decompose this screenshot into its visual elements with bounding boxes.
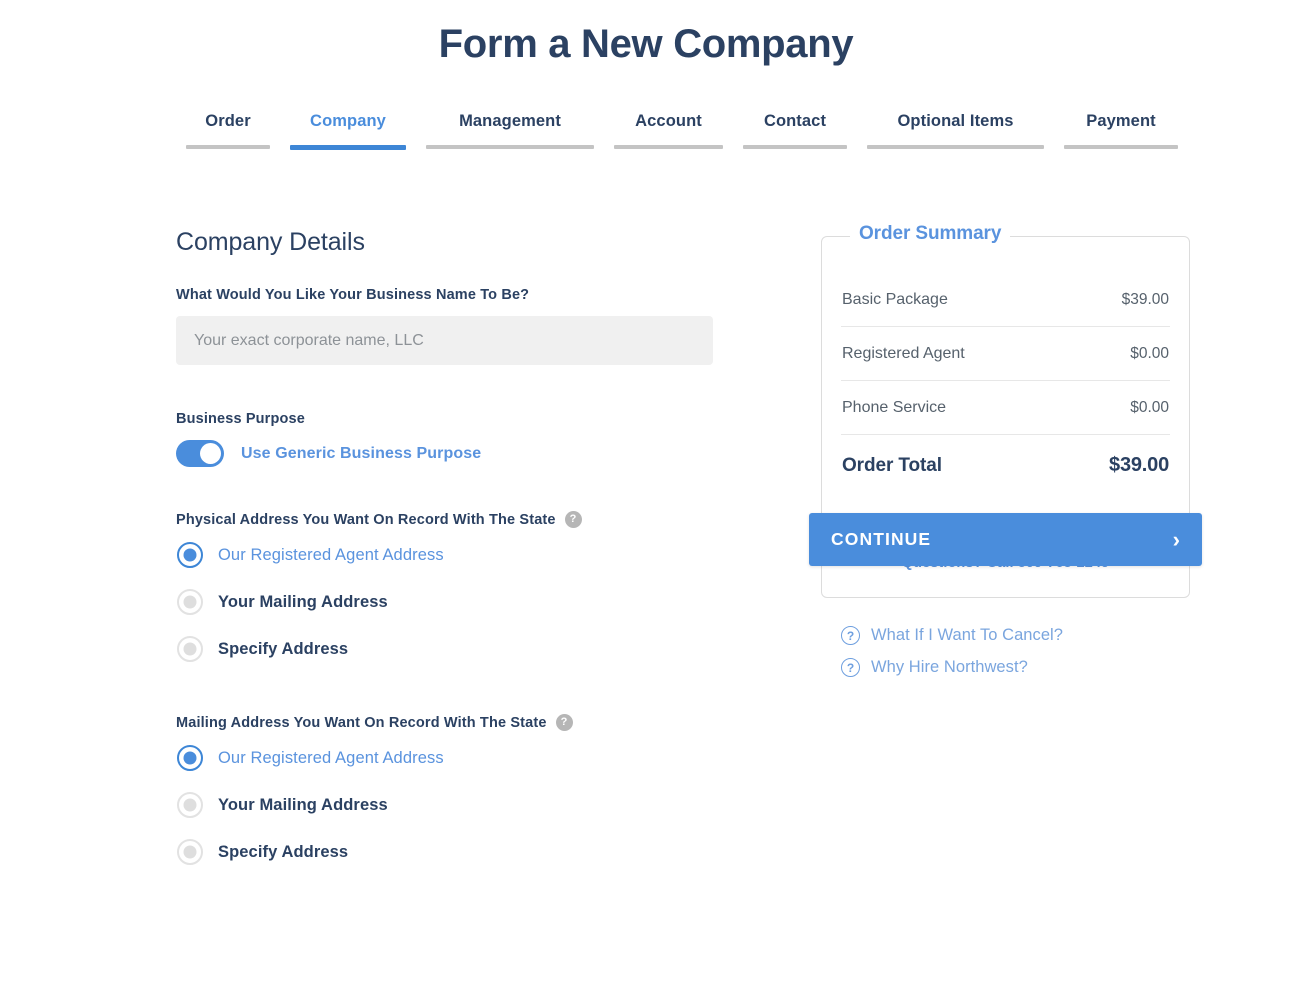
tab-underline xyxy=(290,145,406,150)
summary-row-value: $0.00 xyxy=(1130,345,1169,362)
help-link-label: Why Hire Northwest? xyxy=(871,658,1028,676)
mailing-address-label: Mailing Address You Want On Record With … xyxy=(176,714,716,731)
summary-row-label: Basic Package xyxy=(842,291,948,308)
business-name-field-group: What Would You Like Your Business Name T… xyxy=(176,287,716,365)
radio-dot xyxy=(183,595,197,609)
summary-row-phone-service: Phone Service $0.00 xyxy=(841,381,1170,435)
summary-row-label: Registered Agent xyxy=(842,345,965,362)
continue-button-label: CONTINUE xyxy=(831,529,932,549)
physical-address-group: Physical Address You Want On Record With… xyxy=(176,511,716,662)
continue-button[interactable]: CONTINUE › xyxy=(809,513,1202,566)
tab-label: Optional Items xyxy=(897,112,1014,130)
generic-business-purpose-label[interactable]: Use Generic Business Purpose xyxy=(241,445,481,463)
tab-underline xyxy=(426,145,594,149)
physical-address-label: Physical Address You Want On Record With… xyxy=(176,511,716,528)
radio-dot xyxy=(183,845,197,859)
radio-label: Specify Address xyxy=(218,639,349,658)
tab-label: Account xyxy=(635,112,702,130)
summary-row-registered-agent: Registered Agent $0.00 xyxy=(841,327,1170,381)
radio-dot xyxy=(183,642,197,656)
section-title: Company Details xyxy=(176,228,365,256)
mailing-address-group: Mailing Address You Want On Record With … xyxy=(176,714,716,865)
summary-row-value: $0.00 xyxy=(1130,399,1169,416)
radio-label: Your Mailing Address xyxy=(218,592,388,611)
radio-dot xyxy=(183,548,197,562)
physical-address-option-your-mailing[interactable]: Your Mailing Address xyxy=(176,589,716,615)
radio-button[interactable] xyxy=(177,839,203,865)
business-purpose-group: Business Purpose Use Generic Business Pu… xyxy=(176,411,716,467)
tab-payment[interactable]: Payment xyxy=(1054,112,1188,149)
question-mark-circle-icon: ? xyxy=(841,626,860,645)
tab-account[interactable]: Account xyxy=(604,112,733,149)
wizard-tabs: Order Company Management Account Contact… xyxy=(176,112,1206,150)
help-link-cancel[interactable]: ? What If I Want To Cancel? xyxy=(841,626,1190,645)
radio-label: Our Registered Agent Address xyxy=(218,748,444,767)
summary-row-value: $39.00 xyxy=(1121,291,1169,308)
tab-underline xyxy=(743,145,847,149)
tab-contact[interactable]: Contact xyxy=(733,112,857,149)
question-mark-circle-icon: ? xyxy=(841,658,860,677)
order-total-label: Order Total xyxy=(842,455,942,476)
tab-label: Management xyxy=(459,112,561,130)
radio-dot xyxy=(183,751,197,765)
business-name-label: What Would You Like Your Business Name T… xyxy=(176,287,530,303)
business-purpose-label: Business Purpose xyxy=(176,411,305,427)
tab-underline xyxy=(1064,145,1178,149)
radio-label: Your Mailing Address xyxy=(218,795,388,814)
tab-underline xyxy=(614,145,723,149)
radio-label: Our Registered Agent Address xyxy=(218,545,444,564)
tab-label: Order xyxy=(205,112,251,130)
radio-label: Specify Address xyxy=(218,842,349,861)
order-summary-rows: Basic Package $39.00 Registered Agent $0… xyxy=(841,237,1170,481)
tab-underline xyxy=(867,145,1044,149)
radio-button[interactable] xyxy=(177,542,203,568)
toggle-knob xyxy=(200,443,221,464)
order-summary-legend: Order Summary xyxy=(850,223,1011,245)
question-mark-icon[interactable]: ? xyxy=(564,511,582,528)
tab-label: Payment xyxy=(1086,112,1156,130)
order-total-value: $39.00 xyxy=(1109,454,1169,476)
radio-button[interactable] xyxy=(177,745,203,771)
tab-label: Company xyxy=(310,112,386,130)
business-purpose-toggle-row: Use Generic Business Purpose xyxy=(176,440,716,467)
radio-button[interactable] xyxy=(177,792,203,818)
summary-row-basic-package: Basic Package $39.00 xyxy=(841,273,1170,327)
radio-dot xyxy=(183,798,197,812)
generic-business-purpose-toggle[interactable] xyxy=(176,440,224,467)
question-mark-icon[interactable]: ? xyxy=(555,714,573,731)
physical-address-label-text: Physical Address You Want On Record With… xyxy=(176,511,556,528)
radio-button[interactable] xyxy=(177,589,203,615)
tab-order[interactable]: Order xyxy=(176,112,280,149)
tab-optional-items[interactable]: Optional Items xyxy=(857,112,1054,149)
physical-address-option-registered-agent[interactable]: Our Registered Agent Address xyxy=(176,542,716,568)
summary-row-order-total: Order Total $39.00 xyxy=(841,435,1170,481)
help-links: ? What If I Want To Cancel? ? Why Hire N… xyxy=(821,626,1190,677)
tab-label: Contact xyxy=(763,112,827,130)
mailing-address-option-specify[interactable]: Specify Address xyxy=(176,839,716,865)
help-link-why-hire[interactable]: ? Why Hire Northwest? xyxy=(841,658,1190,677)
mailing-address-option-your-mailing[interactable]: Your Mailing Address xyxy=(176,792,716,818)
page-title: Form a New Company xyxy=(438,22,854,66)
mailing-address-label-text: Mailing Address You Want On Record With … xyxy=(176,714,547,731)
tab-underline xyxy=(186,145,270,149)
summary-row-label: Phone Service xyxy=(842,399,947,416)
tab-management[interactable]: Management xyxy=(416,112,604,149)
order-summary-panel: Order Summary Basic Package $39.00 Regis… xyxy=(809,223,1202,690)
physical-address-option-specify[interactable]: Specify Address xyxy=(176,636,716,662)
tab-company[interactable]: Company xyxy=(280,112,416,150)
chevron-right-icon: › xyxy=(1172,526,1180,552)
help-link-label: What If I Want To Cancel? xyxy=(871,626,1063,644)
form-a-new-company-page: Form a New Company Order Company Managem… xyxy=(0,0,1292,1001)
mailing-address-option-registered-agent[interactable]: Our Registered Agent Address xyxy=(176,745,716,771)
company-details-form: Company Details What Would You Like Your… xyxy=(176,228,716,865)
radio-button[interactable] xyxy=(177,636,203,662)
business-name-input[interactable] xyxy=(176,316,713,365)
